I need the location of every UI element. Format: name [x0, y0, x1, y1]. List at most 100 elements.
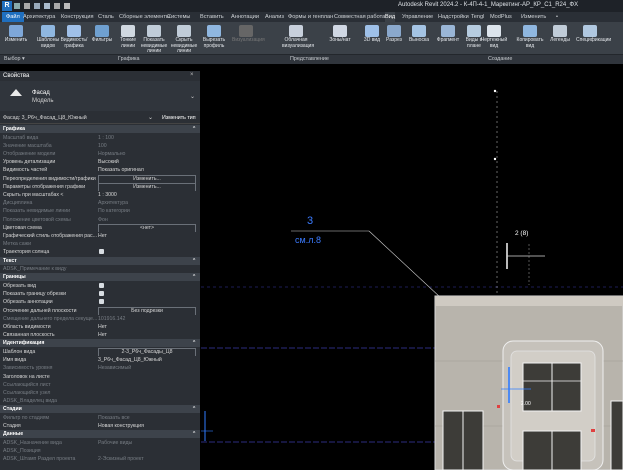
tab-8[interactable]: Аннотации	[231, 12, 259, 22]
property-value[interactable]: Фон	[98, 216, 108, 224]
drawing-canvas[interactable]: 3 см.л.8 2 (8) 2.00	[201, 71, 623, 470]
ribbon-button-9[interactable]: Визуализация	[232, 22, 265, 54]
ribbon-button-4[interactable]: Фильтры	[88, 22, 116, 54]
tab-14[interactable]: Надстройки	[438, 12, 469, 22]
property-row[interactable]: Зависимость уровня Независимый	[0, 364, 200, 372]
property-value[interactable]: 101916.142	[98, 315, 125, 323]
ribbon-button-11[interactable]: Зоны/нат	[326, 22, 354, 54]
tab-16[interactable]: ModPlus	[490, 12, 512, 22]
property-value[interactable]: Новая конструкция	[98, 422, 144, 430]
property-value[interactable]: 1 : 3000	[98, 191, 117, 199]
tab-9[interactable]: Анализ	[265, 12, 284, 22]
property-row[interactable]: Значение масштаба 100	[0, 142, 200, 150]
property-row[interactable]: Отображение модели Нормально	[0, 150, 200, 158]
tab-15[interactable]: Tengl	[471, 12, 484, 22]
property-row[interactable]: Положение цветовой схемы Фон	[0, 216, 200, 224]
ribbon-button-18[interactable]: Копировать вид	[516, 22, 544, 54]
property-row[interactable]: Ссылающийся узел	[0, 389, 200, 397]
checkbox[interactable]	[99, 291, 104, 297]
ribbon-button-1[interactable]: Изменить	[2, 22, 30, 54]
property-row[interactable]: ADSK_Назначение вида Рабочие виды	[0, 439, 200, 447]
property-row[interactable]: Отсечение дальней плоскости Без подрезки	[0, 306, 200, 315]
property-value[interactable]: Высокий	[98, 158, 119, 166]
property-row[interactable]: Область видимости Нет	[0, 323, 200, 331]
property-value-button[interactable]: <нет>	[98, 223, 196, 232]
ribbon-button-3[interactable]: Видимость/ графика	[60, 22, 88, 54]
property-row[interactable]: Заголовок на листе	[0, 373, 200, 381]
property-row[interactable]: Фильтр по стадиям Показать все	[0, 414, 200, 422]
ribbon-button-2[interactable]: Шаблоны видов	[34, 22, 62, 54]
tab-4[interactable]: Сталь	[98, 12, 114, 22]
collapse-icon[interactable]: ⌃	[192, 339, 196, 347]
tabs-overflow-icon[interactable]: •	[556, 12, 558, 22]
property-row[interactable]: Дисциплина Архитектура	[0, 199, 200, 207]
property-value-button[interactable]: Без подрезки	[98, 306, 196, 315]
property-value[interactable]: Нет	[98, 331, 107, 339]
property-value[interactable]: Нет	[98, 232, 107, 240]
property-row[interactable]: Траектория солнца	[0, 248, 200, 256]
property-value-button[interactable]: Изменить...	[98, 174, 196, 183]
property-row[interactable]: Графический стиль отображения рас... Нет	[0, 232, 200, 240]
property-value[interactable]: Архитектура	[98, 199, 128, 207]
ribbon-panel-label[interactable]: Выбор ▾	[4, 55, 25, 64]
property-group-header[interactable]: Границы ⌃	[0, 273, 200, 282]
tab-11[interactable]: Совместная работа	[334, 12, 385, 22]
property-row[interactable]: Имя вида 3_Р6ч_Фасад_Ц8_Южный	[0, 356, 200, 364]
property-value[interactable]: 2-Эскизный проект	[98, 455, 144, 463]
edit-type-button[interactable]: Изменить тип	[162, 115, 196, 121]
tab-5[interactable]: Сборные элементы	[119, 12, 170, 22]
property-row[interactable]: Смещение дальнего предела секуще... 10191…	[0, 315, 200, 323]
property-row[interactable]: Скрыть при масштабах < 1 : 3000	[0, 191, 200, 199]
property-row[interactable]: Уровень детализации Высокий	[0, 158, 200, 166]
ribbon-button-8[interactable]: Вырезать профиль	[200, 22, 228, 54]
property-group-header[interactable]: Текст ⌃	[0, 256, 200, 265]
ribbon-button-19[interactable]: Легенды	[546, 22, 574, 54]
revit-logo-icon[interactable]: R	[2, 1, 12, 11]
property-row[interactable]: ADSK_Примечание к виду	[0, 265, 200, 273]
chevron-down-icon[interactable]: ⌄	[190, 93, 195, 100]
property-row[interactable]: Обрезать аннотации	[0, 298, 200, 306]
ribbon-button-15[interactable]: Фрагмент	[434, 22, 462, 54]
collapse-icon[interactable]: ⌃	[192, 405, 196, 413]
property-value[interactable]: Нет	[98, 323, 107, 331]
ribbon-panel-label[interactable]: Графика	[118, 55, 140, 64]
property-value[interactable]: Нормально	[98, 150, 125, 158]
property-group-header[interactable]: Стадии ⌃	[0, 405, 200, 414]
property-row[interactable]: Параметры отображения графики Изменить...	[0, 182, 200, 191]
ribbon-button-10[interactable]: Облачная визуализация	[282, 22, 314, 54]
property-value[interactable]: По категории	[98, 207, 130, 215]
view-tag-sheet[interactable]: см.л.8	[295, 235, 321, 245]
property-row[interactable]: Переопределения видимости/графики Изменит…	[0, 174, 200, 183]
collapse-icon[interactable]: ⌃	[192, 257, 196, 265]
checkbox[interactable]	[99, 299, 104, 305]
tab-3[interactable]: Конструкция	[61, 12, 93, 22]
collapse-icon[interactable]: ⌃	[192, 273, 196, 281]
property-group-header[interactable]: Графика ⌃	[0, 125, 200, 133]
property-row[interactable]: ADSK_Владелец вида	[0, 397, 200, 405]
property-group-header[interactable]: Данные ⌃	[0, 430, 200, 439]
property-row[interactable]: Масштаб вида 1 : 100	[0, 134, 200, 142]
property-value[interactable]: Показать все	[98, 414, 130, 422]
tab-12[interactable]: Вид	[385, 12, 396, 22]
property-row[interactable]: Цветовая схема <нет>	[0, 223, 200, 232]
tab-2[interactable]: Архитектура	[23, 12, 55, 22]
tab-13[interactable]: Управление	[402, 12, 433, 22]
property-group-header[interactable]: Идентификация ⌃	[0, 339, 200, 348]
checkbox[interactable]	[99, 283, 104, 288]
tab-7[interactable]: Вставить	[200, 12, 224, 22]
property-row[interactable]: Связанная плоскость Нет	[0, 331, 200, 339]
tab-1[interactable]: Файл	[2, 12, 24, 22]
property-row[interactable]: ADSK_Штамп Раздел проекта 2-Эскизный прое…	[0, 455, 200, 463]
tab-10[interactable]: Формы и генплан	[288, 12, 333, 22]
type-selector[interactable]: Фасад Модель ⌄	[0, 81, 200, 111]
ribbon-panel-label[interactable]: Создание	[488, 55, 512, 64]
property-row[interactable]: ADSK_Позиция	[0, 447, 200, 455]
property-row[interactable]: Ссылающийся лист	[0, 381, 200, 389]
ribbon-button-7[interactable]: Скрыть невидимые линии	[170, 22, 198, 54]
property-value[interactable]: Показать оригинал	[98, 166, 144, 174]
property-value-button[interactable]: Изменить...	[98, 182, 196, 191]
quick-access-toolbar[interactable]	[14, 3, 154, 9]
tab-17[interactable]: Изменить	[521, 12, 546, 22]
section-label[interactable]: 2 (8)	[515, 230, 528, 237]
property-value[interactable]: Независимый	[98, 364, 131, 372]
